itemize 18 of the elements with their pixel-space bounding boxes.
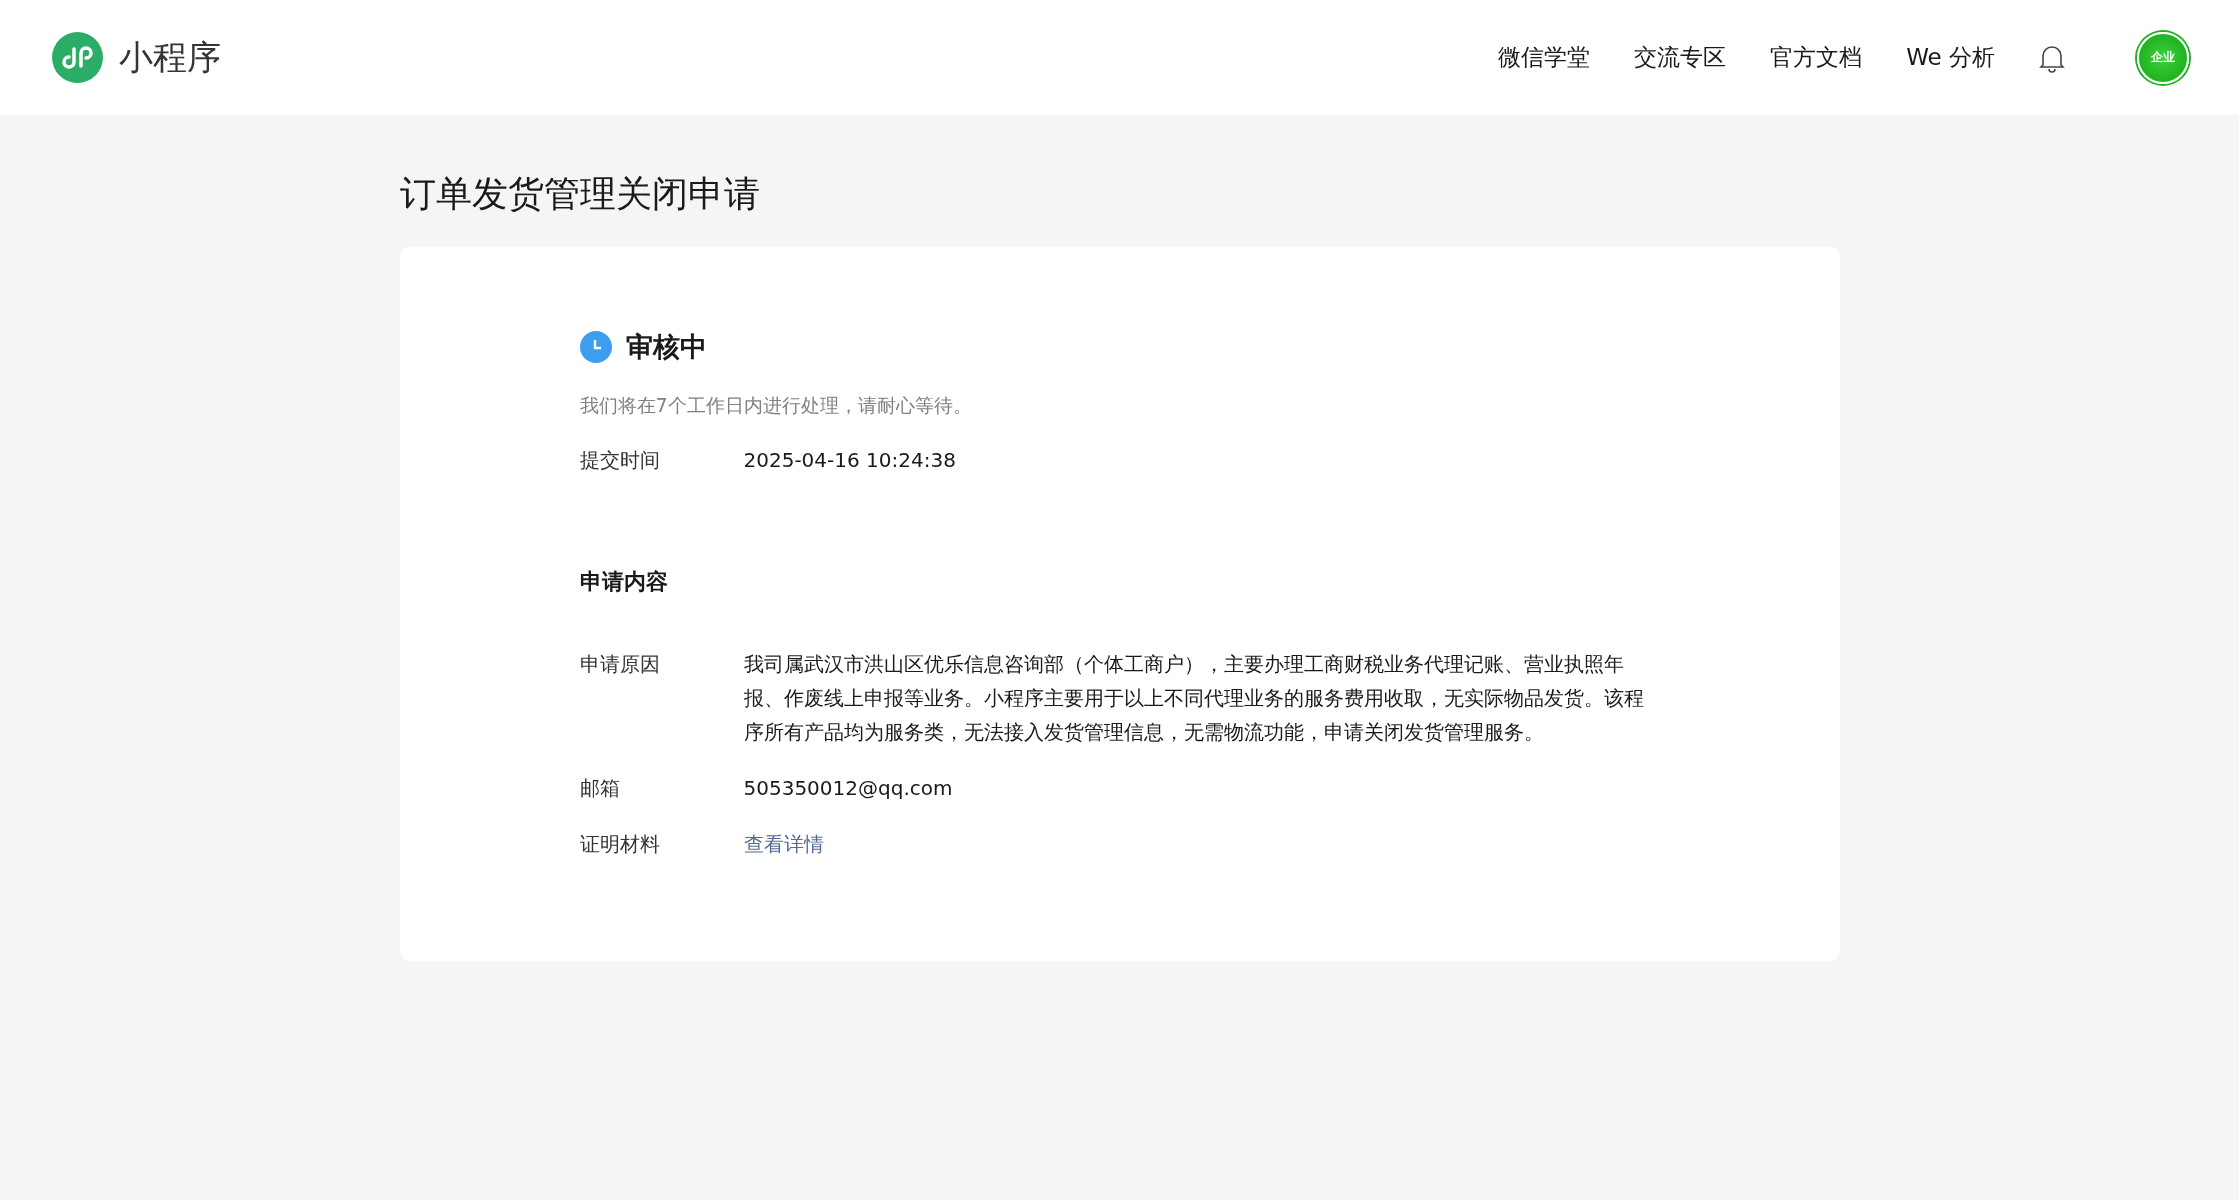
logo-text: 小程序 bbox=[119, 35, 221, 79]
field-label: 提交时间 bbox=[579, 447, 661, 474]
field-label: 申请原因 bbox=[579, 651, 661, 678]
nav-link[interactable]: We 分析 bbox=[1906, 42, 1995, 73]
nav-link[interactable]: 交流专区 bbox=[1634, 42, 1727, 73]
status-title: 审核中 bbox=[625, 330, 707, 364]
field-label: 证明材料 bbox=[579, 831, 661, 858]
field-value: 我司属武汉市洪山区优乐信息咨询部（个体工商户），主要办理工商财税业务代理记账、营业执照年报、作废线上申报等业务。小程序主要用于以上不同代理业务的服务费用收取，无实际物品发货。该程序所有产品均为服务类，无法接入发货管理信息，无需物流功能，申请关闭发货管理服务。 bbox=[743, 651, 1645, 746]
nav-link[interactable]: 微信学堂 bbox=[1498, 42, 1591, 73]
page-title: 订单发货管理关闭申请 bbox=[399, 172, 761, 216]
logo-icon bbox=[52, 32, 103, 83]
field-label: 邮箱 bbox=[579, 775, 621, 802]
section-title: 申请内容 bbox=[579, 568, 669, 596]
nav-link[interactable]: 官方文档 bbox=[1770, 42, 1863, 73]
details-link[interactable]: 查看详情 bbox=[743, 832, 824, 856]
field-value: 2025-04-16 10:24:38 bbox=[743, 447, 957, 474]
field-value: 505350012@qq.com bbox=[743, 775, 954, 802]
status-note: 我们将在7个工作日内进行处理，请耐心等待。 bbox=[579, 393, 973, 418]
